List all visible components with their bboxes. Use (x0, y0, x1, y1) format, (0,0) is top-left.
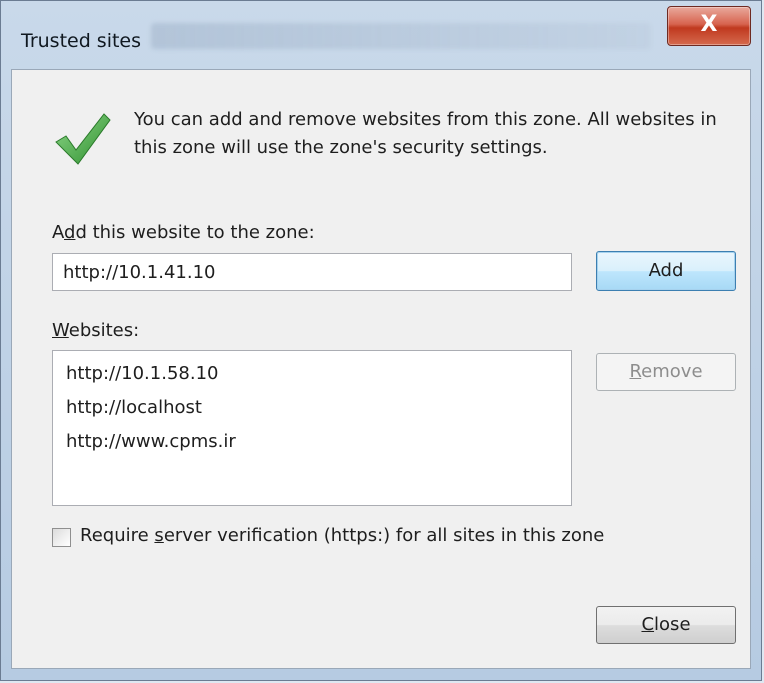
list-item[interactable]: http://localhost (66, 391, 558, 425)
list-item[interactable]: http://www.cpms.ir (66, 425, 558, 459)
dialog-title: Trusted sites (21, 30, 142, 52)
website-url-input[interactable] (52, 253, 572, 291)
add-button[interactable]: Add (596, 251, 736, 291)
add-website-label: Add this website to the zone: (52, 222, 315, 243)
websites-label: Websites: (52, 320, 140, 341)
list-item[interactable]: http://10.1.58.10 (66, 357, 558, 391)
remove-button[interactable]: Remove (596, 353, 736, 391)
close-icon[interactable]: X (667, 6, 751, 46)
require-https-label[interactable]: Require server verification (https:) for… (80, 525, 604, 546)
background-tabs (151, 23, 651, 49)
trusted-sites-dialog: Trusted sites X You can add and remove w… (0, 0, 762, 681)
websites-list[interactable]: http://10.1.58.10 http://localhost http:… (52, 350, 572, 506)
require-https-checkbox[interactable] (52, 528, 71, 547)
title-bar: Trusted sites X (1, 1, 761, 69)
close-button[interactable]: Close (596, 606, 736, 644)
dialog-body: You can add and remove websites from thi… (11, 69, 751, 669)
checkmark-icon (55, 113, 111, 165)
intro-text: You can add and remove websites from thi… (134, 109, 717, 158)
